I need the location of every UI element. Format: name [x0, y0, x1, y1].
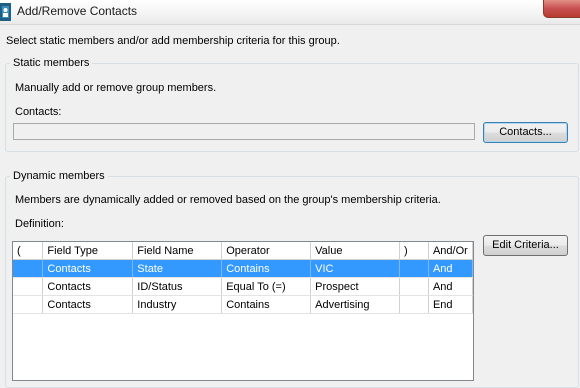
- cell-and-or: End: [428, 295, 473, 314]
- cell-field-name: State: [132, 259, 223, 278]
- cell-field-type: Contacts: [42, 259, 134, 278]
- edit-criteria-button[interactable]: Edit Criteria...: [483, 235, 568, 256]
- cell-value: Advertising: [310, 295, 401, 314]
- criteria-table: ( Field Type Field Name Operator Value )…: [13, 242, 473, 314]
- column-header-field-type[interactable]: Field Type: [42, 242, 134, 260]
- window-title: Add/Remove Contacts: [17, 4, 138, 18]
- column-header-field-name[interactable]: Field Name: [132, 242, 223, 260]
- cell-operator: Contains: [221, 259, 312, 278]
- cell-field-name: Industry: [132, 295, 223, 314]
- cell-close-paren: [399, 277, 429, 296]
- cell-operator: Contains: [221, 295, 312, 314]
- column-header-open-paren[interactable]: (: [13, 242, 44, 260]
- criteria-row[interactable]: Contacts Industry Contains Advertising E…: [13, 295, 473, 314]
- contacts-button[interactable]: Contacts...: [483, 122, 568, 143]
- static-members-description: Manually add or remove group members.: [15, 82, 217, 94]
- cell-value: VIC: [310, 259, 401, 278]
- contacts-app-icon: [0, 3, 14, 21]
- intro-text: Select static members and/or add members…: [6, 35, 340, 47]
- cell-open-paren: [13, 295, 44, 314]
- cell-value: Prospect: [310, 277, 401, 296]
- column-header-operator[interactable]: Operator: [221, 242, 312, 260]
- dynamic-members-legend: Dynamic members: [10, 170, 108, 182]
- contacts-field[interactable]: [13, 123, 475, 140]
- column-header-close-paren[interactable]: ): [399, 242, 429, 260]
- dynamic-members-description: Members are dynamically added or removed…: [15, 194, 441, 206]
- cell-close-paren: [399, 295, 429, 314]
- criteria-row[interactable]: Contacts State Contains VIC And: [13, 259, 473, 278]
- cell-field-type: Contacts: [42, 277, 134, 296]
- column-header-value[interactable]: Value: [310, 242, 401, 260]
- static-members-legend: Static members: [10, 57, 93, 69]
- definition-label: Definition:: [15, 218, 64, 230]
- contacts-label: Contacts:: [15, 106, 62, 118]
- criteria-header-row: ( Field Type Field Name Operator Value )…: [13, 242, 473, 260]
- criteria-grid[interactable]: ( Field Type Field Name Operator Value )…: [12, 241, 474, 381]
- cell-and-or: And: [428, 259, 473, 278]
- cell-and-or: And: [428, 277, 473, 296]
- cell-open-paren: [13, 259, 44, 278]
- close-button[interactable]: [543, 0, 580, 18]
- cell-open-paren: [13, 277, 44, 296]
- cell-operator: Equal To (=): [221, 277, 312, 296]
- column-header-and-or[interactable]: And/Or: [428, 242, 473, 260]
- cell-close-paren: [399, 259, 429, 278]
- cell-field-type: Contacts: [42, 295, 134, 314]
- cell-field-name: ID/Status: [132, 277, 223, 296]
- title-bar: Add/Remove Contacts: [0, 0, 580, 25]
- criteria-row[interactable]: Contacts ID/Status Equal To (=) Prospect…: [13, 277, 473, 296]
